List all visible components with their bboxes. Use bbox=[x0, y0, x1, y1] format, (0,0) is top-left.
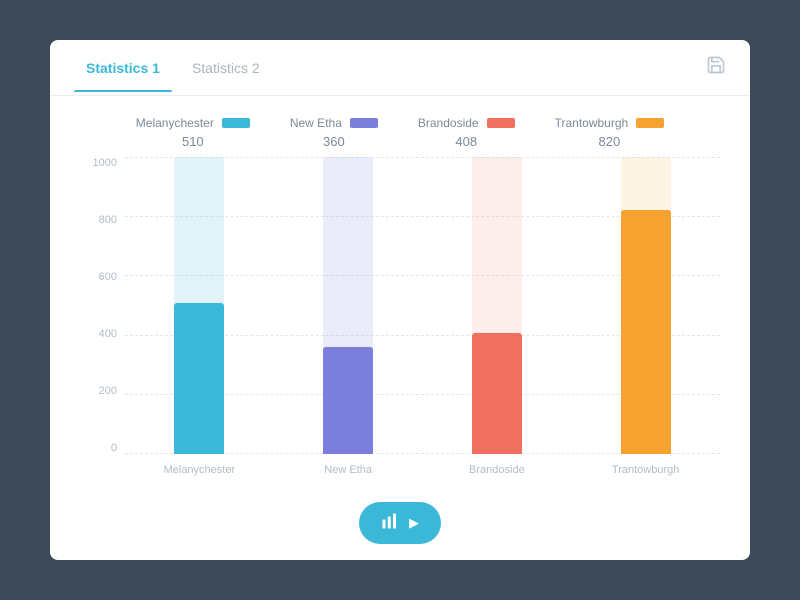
bar-group-new-etha: 30% bbox=[274, 157, 423, 454]
legend-brandoside: Brandoside 408 bbox=[418, 116, 515, 149]
action-button[interactable]: ▶ bbox=[359, 502, 441, 544]
x-labels: MelanychesterNew EthaBrandosideTrantowbu… bbox=[125, 456, 720, 484]
legend-color-trantowburgh bbox=[636, 118, 664, 128]
legend-color-new-etha bbox=[350, 118, 378, 128]
tab-statistics-2[interactable]: Statistics 2 bbox=[180, 44, 272, 92]
save-icon[interactable] bbox=[706, 55, 726, 80]
legend-melanychester: Melanychester 510 bbox=[136, 116, 250, 149]
bar-group-brandoside: 35% bbox=[423, 157, 572, 454]
x-label-trantowburgh: Trantowburgh bbox=[571, 456, 720, 484]
tab-bar: Statistics 1 Statistics 2 bbox=[50, 40, 750, 96]
button-area: ▶ bbox=[50, 494, 750, 560]
chart-container: 0 200 400 600 800 1000 60%30%35%85% Mela… bbox=[80, 157, 720, 484]
legend-trantowburgh: Trantowburgh 820 bbox=[555, 116, 665, 149]
chart-legend: Melanychester 510 New Etha 360 Brandosid… bbox=[50, 96, 750, 157]
bar-fg-trantowburgh bbox=[621, 210, 671, 454]
bars-row: 60%30%35%85% bbox=[125, 157, 720, 484]
arrow-icon: ▶ bbox=[409, 515, 419, 531]
y-axis: 0 200 400 600 800 1000 bbox=[80, 157, 125, 484]
bar-group-melanychester: 60% bbox=[125, 157, 274, 454]
legend-color-brandoside bbox=[487, 118, 515, 128]
legend-new-etha: New Etha 360 bbox=[290, 116, 378, 149]
x-label-melanychester: Melanychester bbox=[125, 456, 274, 484]
bar-fg-brandoside bbox=[472, 333, 522, 454]
legend-color-melanychester bbox=[222, 118, 250, 128]
bar-fg-melanychester bbox=[174, 303, 224, 454]
main-card: Statistics 1 Statistics 2 Melanychester … bbox=[50, 40, 750, 560]
plot-area: 60%30%35%85% MelanychesterNew EthaBrando… bbox=[125, 157, 720, 484]
tab-statistics-1[interactable]: Statistics 1 bbox=[74, 44, 172, 92]
chart-area: 0 200 400 600 800 1000 60%30%35%85% Mela… bbox=[50, 157, 750, 494]
x-label-new-etha: New Etha bbox=[274, 456, 423, 484]
bar-fg-new-etha bbox=[323, 347, 373, 454]
bar-group-trantowburgh: 85% bbox=[571, 157, 720, 454]
chart-bar-icon bbox=[381, 512, 399, 534]
x-label-brandoside: Brandoside bbox=[423, 456, 572, 484]
